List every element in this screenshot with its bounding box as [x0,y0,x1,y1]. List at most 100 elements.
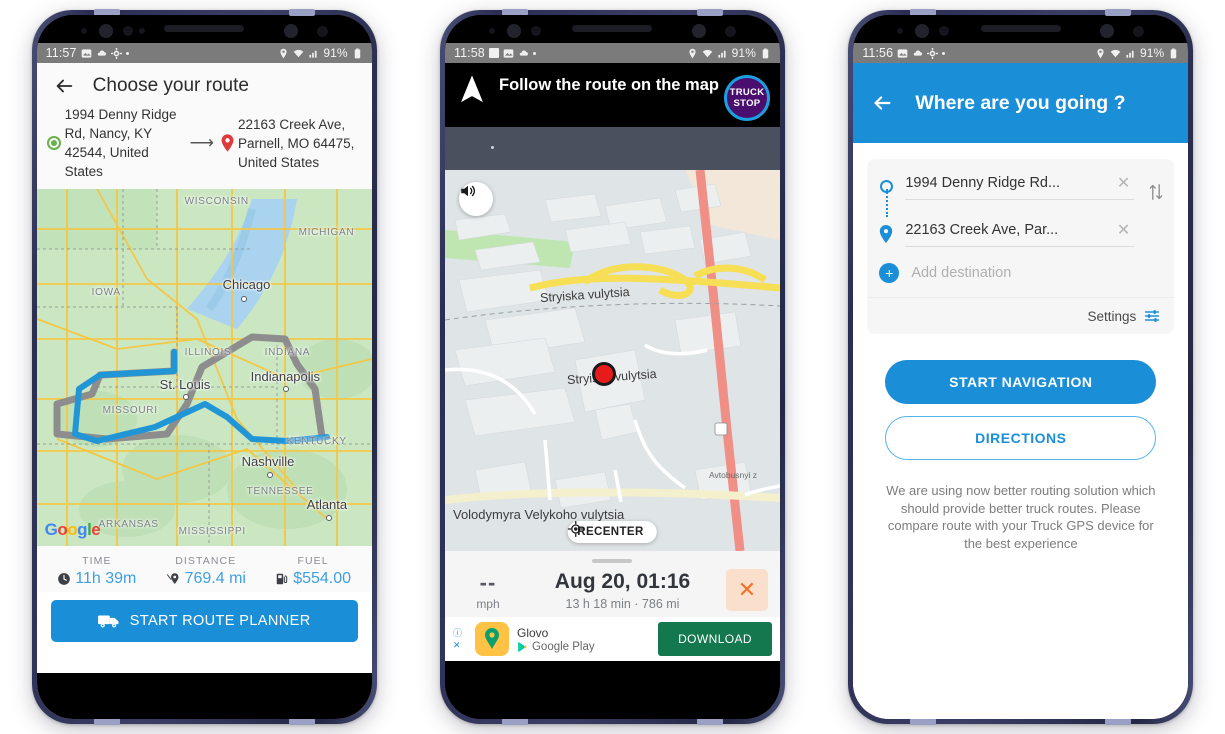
stat-value-row: 769.4 mi [166,570,246,588]
image-icon [81,48,91,58]
sound-toggle-button[interactable] [458,182,493,216]
phone3-screen: 11:56 91% Where are you going ? 1994 Den… [853,15,1189,719]
app-notification-icon [488,48,499,58]
navigation-map[interactable]: Stryiska vulytsia Stryiska vulytsia Volo… [444,170,780,551]
route-stats: TIME 11h 39m DISTANCE 769.4 mi FUEL $554… [36,546,372,592]
sliders-icon [1145,310,1160,322]
ad-close-icon[interactable]: ✕ [453,639,467,651]
status-time: 11:58 [453,46,485,60]
swap-vertical-icon[interactable] [1148,183,1164,205]
destination-pin-icon [880,224,893,243]
back-arrow-icon[interactable] [53,75,75,97]
google-play-icon [518,641,527,652]
light-sensor-icon [138,28,145,34]
clock-icon [58,573,71,585]
phone-device-destination-entry: 11:56 91% Where are you going ? 1994 Den… [848,9,1194,725]
map-label-city: Atlanta [306,497,348,512]
location-pin-icon [689,48,696,58]
navigation-banner: Follow the route on the map TRUCK STOP [444,63,780,127]
origin-input[interactable]: 1994 Denny Ridge Rd... [905,175,1060,191]
start-navigation-button[interactable]: START NAVIGATION [885,360,1157,404]
origin-row[interactable]: 1994 Denny Ridge Rd... ✕ [877,173,1164,204]
iris-scanner-icon [691,24,706,38]
route-input-card: 1994 Denny Ridge Rd... ✕ 22163 Creek Ave… [867,159,1175,334]
phone-device-navigation: 11:58 91% Follow the route on the map TR… [439,9,785,725]
stat-fuel: FUEL $554.00 [275,555,351,588]
settings-label: Settings [1087,308,1137,324]
badge-line-2: STOP [733,98,761,109]
swap-arrows-icon [1150,184,1163,200]
phone2-screen: 11:58 91% Follow the route on the map TR… [444,15,780,719]
cloud-icon [519,50,528,56]
status-time: 11:56 [862,46,894,60]
front-camera-icon [506,24,521,38]
origin-dot-icon [46,136,61,150]
map-label-state: TENNESSEE [246,486,314,497]
settings-row[interactable]: Settings [867,297,1175,334]
info-icon[interactable]: ⓘ [453,627,467,639]
ad-download-button[interactable]: DOWNLOAD [658,622,772,656]
clear-destination-icon[interactable]: ✕ [1117,220,1134,240]
speed-unit: mph [476,596,500,611]
google-logo: Google [44,520,101,539]
truck-stop-badge[interactable]: TRUCK STOP [723,75,770,121]
earpiece-speaker [980,25,1061,32]
map-graphics [36,189,372,546]
stop-navigation-button[interactable]: ✕ [725,569,768,611]
speed-readout: -- mph [457,570,519,611]
iris-scanner-icon [1100,24,1115,38]
page-title: Where are you going ? [915,91,1126,114]
battery-percent: 91% [731,46,756,60]
location-pin-icon [280,48,287,58]
map-label-state: MISSOURI [102,405,158,416]
route-map[interactable]: WISCONSIN MICHIGAN IOWA ILLINOIS INDIANA… [36,189,372,546]
recenter-button[interactable]: RECENTER [568,521,657,543]
destination-header: Where are you going ? [853,63,1189,143]
map-label-state: WISCONSIN [184,196,249,207]
stat-time: TIME 11h 39m [57,555,136,588]
directions-button[interactable]: DIRECTIONS [885,416,1157,460]
route-endpoints: 1994 Denny Ridge Rd, Nancy, KY 42544, Un… [37,103,372,189]
destination-input[interactable]: 22163 Creek Ave, Par... [905,222,1058,238]
phone1-notch [36,15,372,43]
destination-row[interactable]: 22163 Creek Ave, Par... ✕ [877,204,1164,251]
stat-distance: DISTANCE 769.4 mi [166,555,246,588]
ad-banner[interactable]: ⓘ ✕ Glovo Google Play DOWNLOAD [444,617,780,661]
ad-text: Glovo Google Play [517,626,650,653]
city-dot-icon [182,394,189,400]
phone2-status-bar: 11:58 91% [444,43,780,63]
map-label-state: MICHIGAN [298,227,355,238]
back-arrow-icon[interactable] [871,92,893,114]
add-destination-row[interactable]: + Add destination [877,251,1164,297]
battery-percent: 91% [1139,46,1165,60]
page-title: Choose your route [92,75,249,96]
gear-icon [110,47,122,59]
stat-label: FUEL [297,555,329,567]
origin-address[interactable]: 1994 Denny Ridge Rd, Nancy, KY 42544, Un… [65,105,183,181]
earpiece-speaker [572,25,653,32]
city-dot-icon [266,472,273,478]
wifi-icon [702,49,712,57]
phone2-app: Follow the route on the map TRUCK STOP S… [444,63,780,719]
map-label-state: IOWA [91,287,121,298]
phone1-bottom-chin [36,673,372,719]
phone1-app: Choose your route 1994 Denny Ridge Rd, N… [36,63,372,719]
iris-scanner-icon [283,24,298,38]
image-icon [503,48,514,58]
destination-address[interactable]: 22163 Creek Ave, Parnell, MO 64475, Unit… [238,115,356,172]
start-route-planner-button[interactable]: START ROUTE PLANNER [50,600,358,642]
banner-text: Follow the route on the map [498,76,719,94]
map-3d-graphics [444,170,780,551]
add-destination-label: Add destination [911,265,1012,281]
front-camera-icon [98,24,113,38]
clear-origin-icon[interactable]: ✕ [1117,173,1134,193]
map-label-state: ARKANSAS [98,519,159,530]
city-dot-icon [325,515,332,521]
city-dot-icon [240,296,247,302]
drag-handle[interactable] [592,559,633,563]
map-label-city: Nashville [241,454,295,469]
three-phone-mockup-row: 11:57 91% Choose your route 1994 Denny R… [0,0,1225,734]
choose-route-header: Choose your route 1994 Denny Ridge Rd, N… [36,63,372,189]
dot-icon [942,51,946,55]
phone1-screen: 11:57 91% Choose your route 1994 Denny R… [36,15,372,719]
